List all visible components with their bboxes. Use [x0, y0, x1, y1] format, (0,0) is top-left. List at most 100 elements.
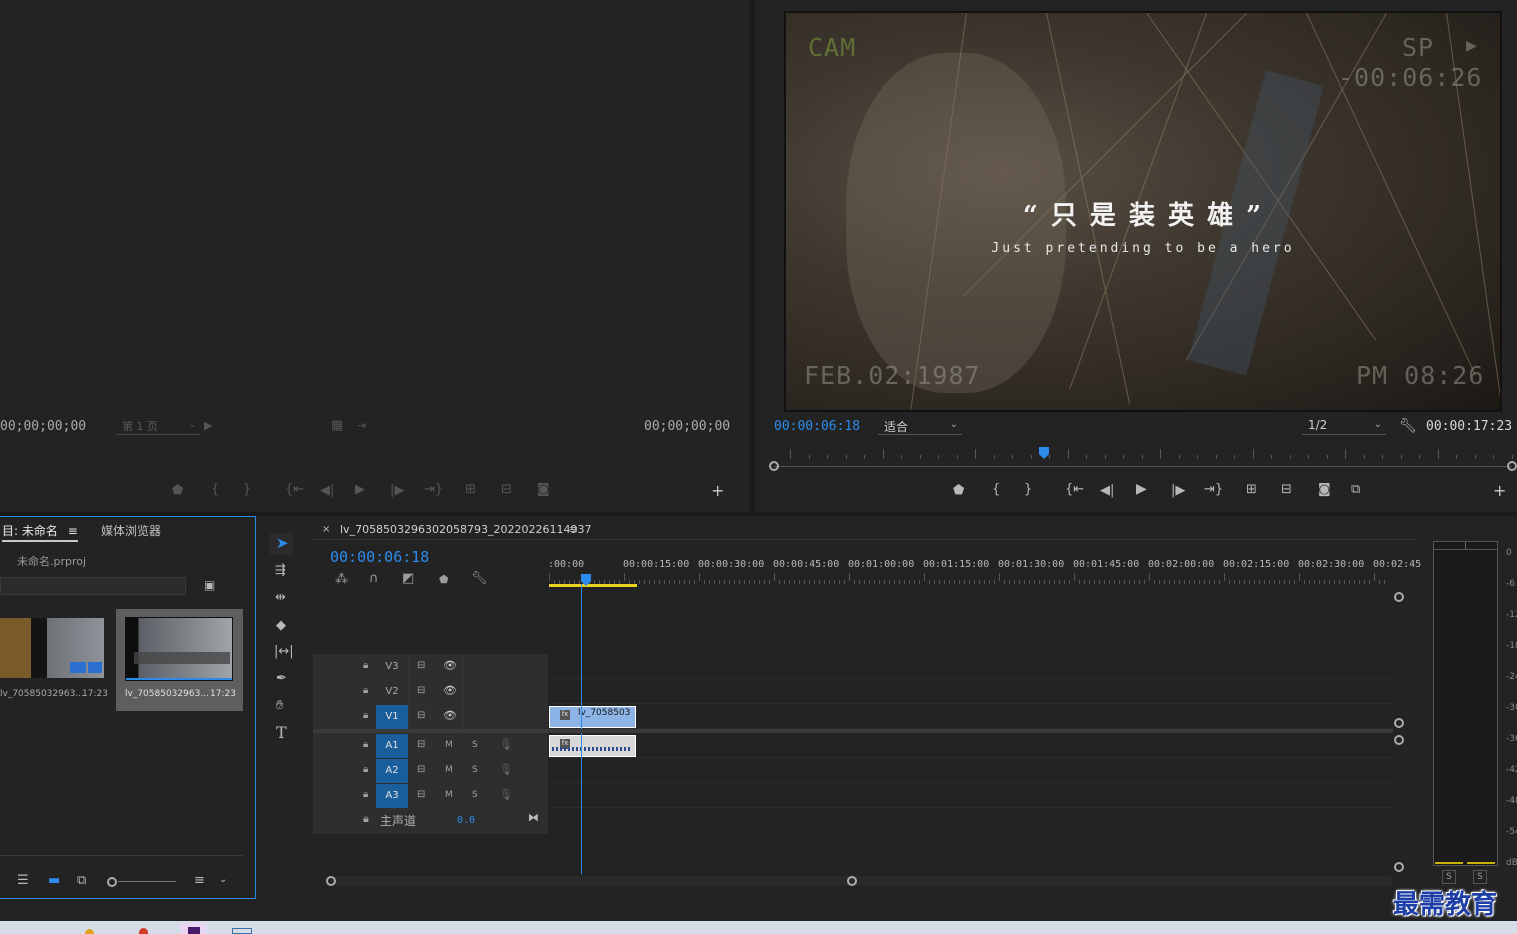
- track-label[interactable]: A3: [376, 784, 408, 808]
- extract-icon[interactable]: ⊟: [1281, 483, 1292, 496]
- sort-icon[interactable]: ≡: [194, 874, 205, 887]
- linked-selection-icon[interactable]: ◩: [402, 571, 414, 586]
- step-back-icon[interactable]: ◀|: [320, 484, 334, 497]
- tab-media-browser[interactable]: 媒体浏览器: [101, 522, 161, 539]
- track-label[interactable]: A2: [376, 759, 408, 783]
- sync-lock-icon[interactable]: ⊟: [417, 685, 425, 696]
- camera-icon[interactable]: ◙: [537, 483, 550, 496]
- program-current-timecode[interactable]: 00:00:06:18: [774, 419, 860, 434]
- video-scroll-bottom-handle[interactable]: [1394, 718, 1404, 728]
- menu-icon[interactable]: ≡: [68, 524, 78, 538]
- lock-icon[interactable]: 🔒︎: [363, 739, 368, 750]
- wrench-icon[interactable]: 🔧︎: [1399, 419, 1417, 433]
- page-select[interactable]: 第 1 页 ⌄: [116, 418, 200, 435]
- work-area-bar[interactable]: [549, 584, 637, 587]
- track-divider[interactable]: [313, 729, 1393, 733]
- browser-icon[interactable]: [139, 928, 148, 934]
- lock-icon[interactable]: 🔒︎: [363, 812, 369, 826]
- scroll-end-handle[interactable]: [847, 876, 857, 886]
- lock-icon[interactable]: 🔒︎: [363, 789, 368, 800]
- lift-icon[interactable]: ⊞: [1246, 483, 1257, 496]
- resolution-select[interactable]: 1/2 ⌄: [1302, 418, 1386, 435]
- nest-icon[interactable]: ⁂: [335, 572, 348, 587]
- export-frame-icon[interactable]: ▦: [331, 419, 343, 432]
- step-forward-icon[interactable]: |▶: [1171, 484, 1185, 497]
- lock-icon[interactable]: 🔒︎: [363, 660, 368, 671]
- eye-icon[interactable]: 👁︎: [443, 709, 457, 722]
- mark-in-icon[interactable]: {: [992, 483, 1000, 496]
- overwrite-clip-icon[interactable]: ⊟: [501, 483, 512, 496]
- marker-icon[interactable]: ⬟: [953, 484, 964, 497]
- solo-right-button[interactable]: S: [1473, 870, 1487, 884]
- wrench-icon[interactable]: 🔧︎: [471, 571, 488, 586]
- eye-icon[interactable]: 👁︎: [443, 659, 457, 672]
- fit-select[interactable]: 适合 ⌄: [878, 418, 962, 435]
- mark-in-icon[interactable]: {: [211, 483, 219, 496]
- sync-lock-icon[interactable]: ⊟: [417, 710, 425, 721]
- solo-button[interactable]: S: [472, 790, 478, 800]
- add-marker-icon[interactable]: ⬟: [439, 573, 449, 586]
- camera-icon[interactable]: ◙: [1318, 483, 1331, 496]
- list-view-icon[interactable]: ☰: [17, 874, 29, 887]
- mark-out-icon[interactable]: }: [243, 483, 251, 496]
- video-track-row[interactable]: [313, 704, 1393, 729]
- insert-clip-icon[interactable]: ⊞: [465, 483, 476, 496]
- video-track-row[interactable]: [313, 654, 1393, 679]
- horizontal-scrollbar[interactable]: [331, 876, 1393, 886]
- zoom-slider-handle[interactable]: [107, 877, 117, 887]
- master-volume-value[interactable]: 0.0: [457, 815, 475, 826]
- add-button-icon[interactable]: +: [711, 483, 724, 499]
- scrub-start-handle[interactable]: [769, 461, 779, 471]
- source-timecode-in[interactable]: 00;00;00;00: [0, 419, 86, 434]
- folder-icon[interactable]: [85, 929, 94, 934]
- scroll-start-handle[interactable]: [326, 876, 336, 886]
- ripple-edit-tool-icon[interactable]: ⇹: [275, 591, 286, 604]
- sequence-tab[interactable]: lv_7058503296302058793_20220226114937: [340, 523, 592, 536]
- play-icon[interactable]: ▶: [355, 483, 365, 496]
- clip-thumbnail[interactable]: [125, 617, 233, 681]
- track-label[interactable]: A1: [376, 734, 408, 758]
- video-track-row[interactable]: [313, 679, 1393, 704]
- razor-tool-icon[interactable]: ◆: [276, 619, 286, 632]
- solo-left-button[interactable]: S: [1442, 870, 1456, 884]
- eye-icon[interactable]: 👁︎: [443, 684, 457, 697]
- solo-button[interactable]: S: [472, 765, 478, 775]
- window-icon[interactable]: [232, 928, 252, 934]
- play-icon[interactable]: ▶: [1136, 482, 1147, 496]
- chevron-down-icon[interactable]: ⌄: [219, 875, 227, 885]
- go-to-end-icon[interactable]: ⧓: [528, 811, 539, 824]
- track-label[interactable]: V1: [376, 705, 408, 729]
- video-clip[interactable]: fx lv_7058503: [549, 706, 636, 728]
- track-select-tool-icon[interactable]: ⇶: [275, 564, 286, 577]
- lock-icon[interactable]: 🔒︎: [363, 685, 368, 696]
- pen-tool-icon[interactable]: ✒: [276, 672, 287, 685]
- icon-view-icon[interactable]: ▬: [48, 874, 60, 887]
- microphone-icon[interactable]: 🎙︎: [499, 763, 513, 776]
- sync-lock-icon[interactable]: ⊟: [417, 789, 425, 800]
- track-label[interactable]: V2: [376, 680, 408, 704]
- insert-icon[interactable]: ⇥: [357, 420, 366, 431]
- go-to-out-icon[interactable]: ⇥}: [424, 483, 443, 496]
- new-bin-icon[interactable]: ▣: [204, 579, 215, 591]
- mute-button[interactable]: M: [445, 740, 453, 750]
- audio-scroll-bottom-handle[interactable]: [1394, 862, 1404, 872]
- step-back-icon[interactable]: ◀|: [1100, 484, 1114, 497]
- zoom-slider[interactable]: [118, 881, 176, 882]
- mute-button[interactable]: M: [445, 790, 453, 800]
- audio-scroll-top-handle[interactable]: [1394, 735, 1404, 745]
- audio-clip[interactable]: fx: [549, 735, 636, 757]
- menu-icon[interactable]: ≡: [569, 523, 578, 536]
- tab-project[interactable]: 目: 未命名 ≡: [2, 522, 78, 539]
- timeline-timecode[interactable]: 00:00:06:18: [330, 548, 429, 566]
- sync-lock-icon[interactable]: ⊟: [417, 660, 425, 671]
- scrub-end-handle[interactable]: [1507, 461, 1517, 471]
- sync-lock-icon[interactable]: ⊟: [417, 764, 425, 775]
- video-scroll-top-handle[interactable]: [1394, 592, 1404, 602]
- add-button-icon[interactable]: +: [1493, 483, 1506, 499]
- panel-divider[interactable]: [0, 512, 1517, 516]
- freeform-view-icon[interactable]: ⧉: [77, 874, 86, 887]
- step-forward-icon[interactable]: |▶: [390, 484, 404, 497]
- project-search-input[interactable]: [0, 577, 186, 595]
- go-to-out-icon[interactable]: ⇥}: [1204, 483, 1223, 496]
- mark-out-icon[interactable]: }: [1024, 483, 1032, 496]
